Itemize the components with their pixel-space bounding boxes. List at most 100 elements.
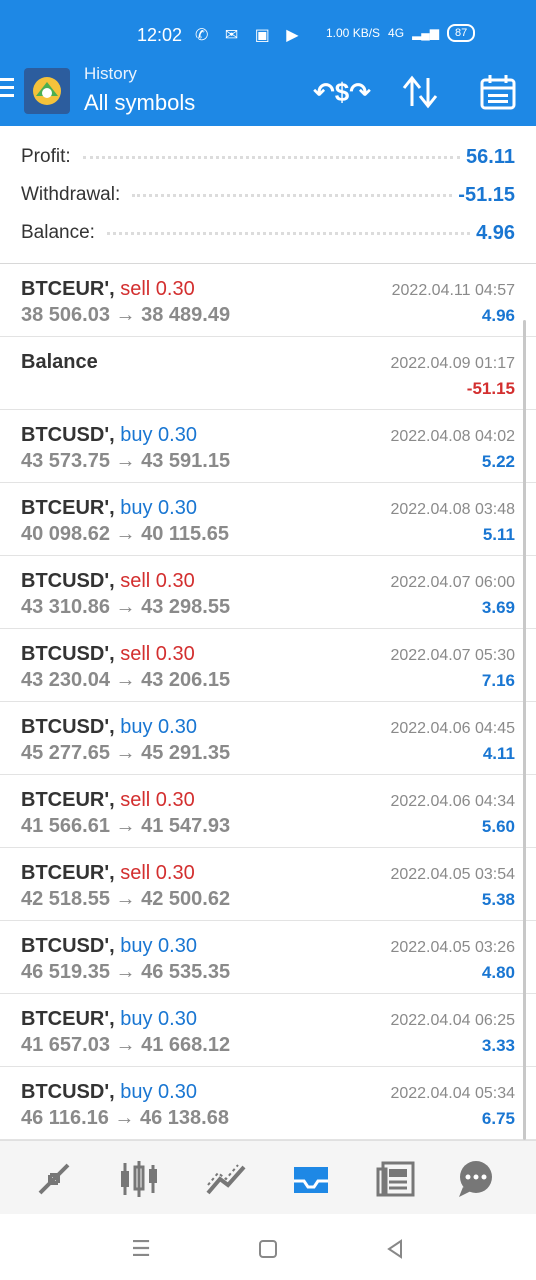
- summary-balance-row: Balance: 4.96: [0, 214, 536, 252]
- back-icon[interactable]: [380, 1234, 410, 1264]
- menu-icon[interactable]: [0, 78, 16, 100]
- candlestick-icon[interactable]: [117, 1157, 161, 1201]
- signal-icon: ▂▄▆: [412, 26, 440, 40]
- trade-arrows-icon[interactable]: [32, 1157, 76, 1201]
- deal-time: 2022.04.04 05:34: [390, 1085, 515, 1102]
- deal-profit: 3.69: [481, 598, 515, 617]
- summary-label: Withdrawal:: [21, 184, 127, 206]
- deal-time: 2022.04.04 06:25: [390, 1012, 515, 1029]
- deal-side: sell: [120, 862, 151, 884]
- deal-time: 2022.04.07 06:00: [390, 574, 515, 591]
- deal-profit: 6.75: [481, 1109, 515, 1128]
- deal-row[interactable]: BTCUSD', buy 0.30 46 116.16 → 46 138.68 20…: [0, 1067, 536, 1140]
- deal-symbol: BTCEUR', buy 0.30: [21, 497, 197, 520]
- deal-time: 2022.04.05 03:54: [390, 866, 515, 883]
- deal-symbol-name: BTCUSD',: [21, 570, 115, 592]
- summary-panel: Profit: 56.11 Withdrawal: -51.15 Balance…: [0, 138, 536, 252]
- deal-volume: 0.30: [155, 570, 195, 592]
- deal-row[interactable]: BTCUSD', buy 0.30 45 277.65 → 45 291.35 20…: [0, 702, 536, 775]
- deal-prices: 43 310.86 → 43 298.55: [21, 596, 231, 618]
- deal-volume: 0.30: [158, 716, 197, 738]
- deal-volume: 0.30: [158, 935, 197, 957]
- recent-apps-icon[interactable]: ☰: [126, 1234, 156, 1264]
- deal-row[interactable]: BTCUSD', sell 0.30 43 310.86 → 43 298.55 2…: [0, 556, 536, 629]
- deal-row[interactable]: Balance 2022.04.09 01:17 -51.15: [0, 337, 536, 410]
- deal-symbol: BTCEUR', sell 0.30: [21, 278, 195, 301]
- deal-time: 2022.04.09 01:17: [390, 355, 515, 372]
- deal-symbol-name: BTCUSD',: [21, 1081, 115, 1103]
- deal-row[interactable]: BTCEUR', sell 0.30 41 566.61 → 41 547.93 2…: [0, 775, 536, 848]
- deal-side: buy: [120, 1081, 153, 1103]
- sort-icon[interactable]: [398, 70, 442, 114]
- deal-profit: 3.33: [481, 1036, 515, 1055]
- deal-symbol-name: BTCEUR',: [21, 862, 115, 884]
- deal-profit: -51.15: [466, 379, 515, 398]
- deal-time: 2022.04.06 04:34: [390, 793, 515, 810]
- deal-side: sell: [120, 789, 151, 811]
- deal-symbol-name: BTCUSD',: [21, 716, 115, 738]
- dotted-leader: [106, 231, 471, 235]
- home-icon[interactable]: [253, 1234, 283, 1264]
- deal-row[interactable]: BTCUSD', buy 0.30 46 519.35 → 46 535.35 20…: [0, 921, 536, 994]
- deal-time: 2022.04.06 04:45: [390, 720, 515, 737]
- deal-time: 2022.04.08 03:48: [390, 501, 515, 518]
- deal-prices: 42 518.55 → 42 500.62: [21, 888, 231, 910]
- trend-chart-icon[interactable]: [204, 1157, 248, 1201]
- deal-row[interactable]: BTCEUR', sell 0.30 42 518.55 → 42 500.62 2…: [0, 848, 536, 921]
- deal-prices: 45 277.65 → 45 291.35: [21, 742, 231, 764]
- deal-profit: 5.22: [481, 452, 515, 471]
- deal-prices: 41 566.61 → 41 547.93: [21, 815, 231, 837]
- symbol-filter[interactable]: All symbols: [84, 90, 195, 116]
- deposit-withdraw-icon[interactable]: ↶$↷: [313, 70, 371, 114]
- deal-symbol-name: BTCEUR',: [21, 278, 115, 300]
- deal-symbol-name: BTCUSD',: [21, 935, 115, 957]
- status-bar: 12:02 ✆ ✉ ▣ ▶ 1.00 KB/S 4G ▂▄▆ 87: [0, 22, 536, 50]
- summary-value: 4.96: [476, 221, 515, 244]
- deal-symbol: BTCUSD', sell 0.30: [21, 643, 195, 666]
- deal-row[interactable]: BTCEUR', sell 0.30 38 506.03 → 38 489.49 2…: [0, 264, 536, 337]
- deal-prices: 38 506.03 → 38 489.49: [21, 304, 231, 326]
- deal-side: sell: [120, 643, 151, 665]
- deal-prices: 40 098.62 → 40 115.65: [21, 523, 229, 545]
- inbox-history-icon[interactable]: [289, 1157, 333, 1201]
- deal-volume: 0.30: [158, 1081, 197, 1103]
- deal-symbol: Balance: [21, 351, 98, 374]
- deal-symbol-name: BTCEUR',: [21, 789, 115, 811]
- deals-list: BTCEUR', sell 0.30 38 506.03 → 38 489.49 2…: [0, 264, 536, 1140]
- news-icon[interactable]: [374, 1157, 418, 1201]
- deal-row[interactable]: BTCEUR', buy 0.30 41 657.03 → 41 668.12 20…: [0, 994, 536, 1067]
- deal-profit: 4.80: [481, 963, 515, 982]
- app-logo[interactable]: [24, 68, 70, 114]
- deal-row[interactable]: BTCUSD', sell 0.30 43 230.04 → 43 206.15 2…: [0, 629, 536, 702]
- deal-symbol: BTCUSD', buy 0.30: [21, 716, 197, 739]
- deal-row[interactable]: BTCUSD', buy 0.30 43 573.75 → 43 591.15 20…: [0, 410, 536, 483]
- deal-symbol-name: BTCEUR',: [21, 497, 115, 519]
- calendar-icon[interactable]: [476, 70, 520, 114]
- deal-volume: 0.30: [155, 278, 195, 300]
- deal-volume: 0.30: [158, 424, 197, 446]
- deal-symbol: BTCEUR', sell 0.30: [21, 789, 195, 812]
- app-header: 12:02 ✆ ✉ ▣ ▶ 1.00 KB/S 4G ▂▄▆ 87 Histor…: [0, 0, 536, 126]
- deal-prices: 46 519.35 → 46 535.35: [21, 961, 231, 983]
- deal-prices: 41 657.03 → 41 668.12: [21, 1034, 231, 1056]
- deal-side: buy: [120, 424, 153, 446]
- deal-prices: 43 230.04 → 43 206.15: [21, 669, 231, 691]
- summary-label: Balance:: [21, 222, 101, 244]
- deal-side: sell: [120, 278, 151, 300]
- deal-symbol-name: BTCUSD',: [21, 424, 115, 446]
- network-type: 4G: [388, 26, 405, 40]
- page-title: History: [84, 64, 137, 83]
- battery-icon: 87: [447, 24, 476, 42]
- deal-time: 2022.04.07 05:30: [390, 647, 515, 664]
- status-time: 12:02: [137, 25, 183, 45]
- scrollbar[interactable]: [523, 320, 526, 1140]
- summary-label: Profit:: [21, 146, 77, 168]
- deal-time: 2022.04.05 03:26: [390, 939, 515, 956]
- deal-profit: 5.11: [482, 525, 515, 544]
- deal-symbol-name: BTCUSD',: [21, 643, 115, 665]
- deal-symbol: BTCUSD', sell 0.30: [21, 570, 195, 593]
- deal-profit: 5.38: [481, 890, 515, 909]
- system-nav-bar: ☰: [0, 1214, 536, 1280]
- deal-row[interactable]: BTCEUR', buy 0.30 40 098.62 → 40 115.65 20…: [0, 483, 536, 556]
- chat-icon[interactable]: [454, 1157, 498, 1201]
